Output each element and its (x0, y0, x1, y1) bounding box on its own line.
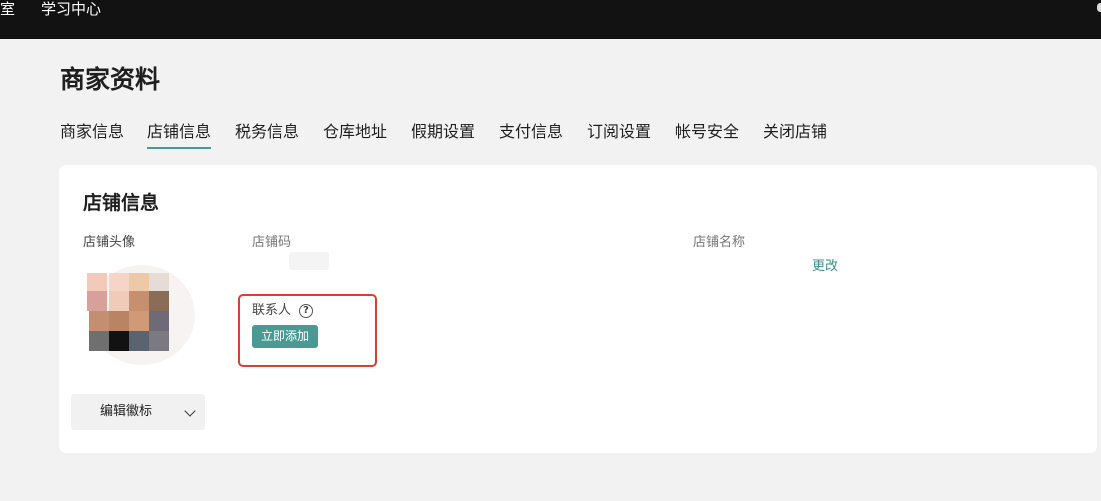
store-name-label: 店铺名称 (693, 235, 746, 250)
contact-label: 联系人 (252, 303, 292, 318)
nav-item-truncated[interactable]: 室 (0, 0, 15, 18)
edit-logo-button[interactable]: 编辑徽标 (71, 394, 205, 430)
tab-subscription-settings[interactable]: 订阅设置 (587, 121, 651, 143)
tab-tax-info[interactable]: 税务信息 (235, 121, 299, 143)
page-title: 商家资料 (60, 65, 161, 94)
chevron-down-icon (184, 405, 196, 417)
tab-close-store[interactable]: 关闭店铺 (763, 121, 827, 143)
store-code-value-redacted (289, 252, 329, 270)
help-icon[interactable]: ? (299, 304, 313, 318)
store-avatar[interactable] (83, 265, 195, 371)
tab-account-security[interactable]: 帐号安全 (675, 121, 739, 143)
tab-merchant-info[interactable]: 商家信息 (60, 121, 124, 143)
add-contact-button[interactable]: 立即添加 (252, 325, 318, 348)
tab-holiday-settings[interactable]: 假期设置 (411, 121, 475, 143)
store-code-label: 店铺码 (252, 235, 292, 250)
store-avatar-label: 店铺头像 (83, 235, 136, 250)
tab-payment-info[interactable]: 支付信息 (499, 121, 563, 143)
topbar-edge-element[interactable] (1097, 3, 1101, 12)
store-info-card: 店铺信息 店铺头像 店铺码 店铺名称 更改 编辑徽标 联系人 ? 立即添加 (59, 165, 1097, 453)
tab-store-info[interactable]: 店铺信息 (147, 121, 212, 149)
nav-item-learning-center[interactable]: 学习中心 (41, 0, 101, 18)
edit-logo-label: 编辑徽标 (100, 404, 153, 419)
tab-warehouse-address[interactable]: 仓库地址 (323, 121, 387, 143)
top-navbar: 室 学习中心 (0, 0, 1101, 39)
card-title: 店铺信息 (83, 192, 160, 214)
change-store-name-link[interactable]: 更改 (812, 258, 838, 276)
